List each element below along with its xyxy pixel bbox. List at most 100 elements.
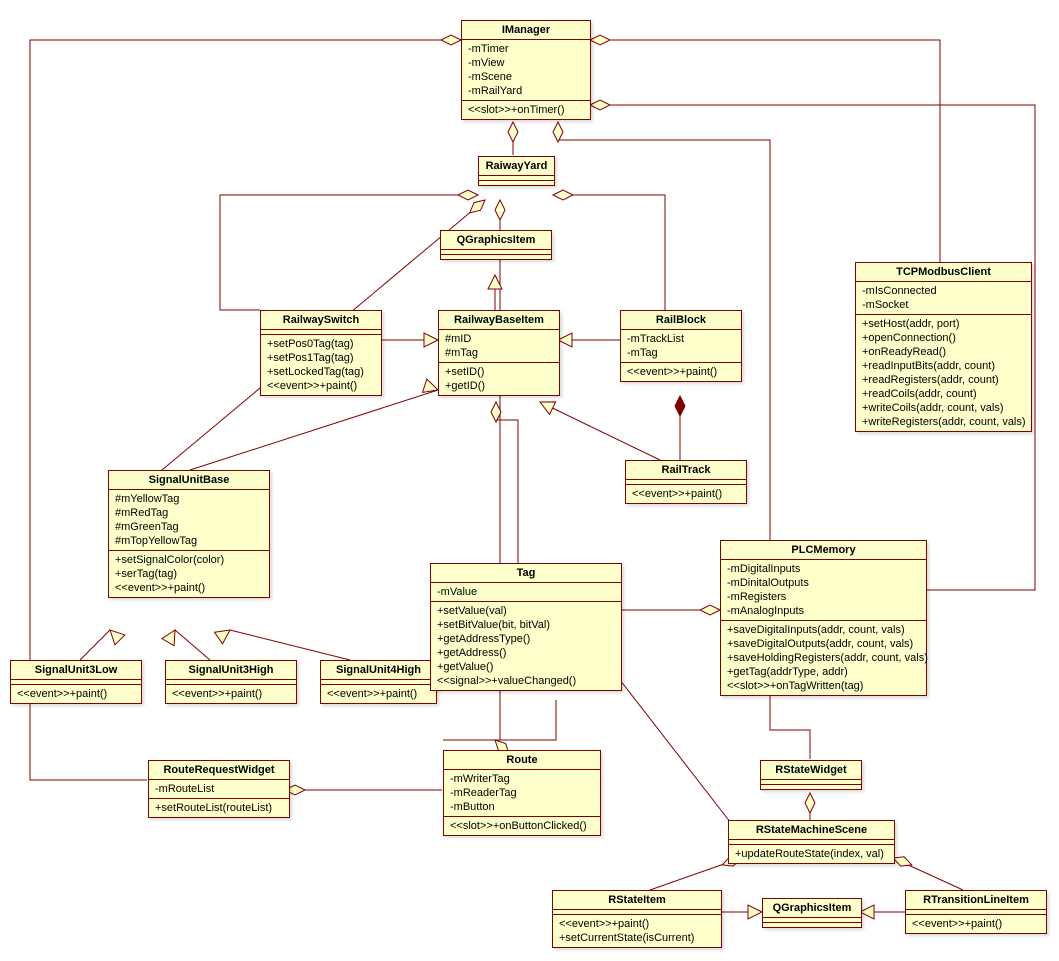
member-row: #mGreenTag xyxy=(115,520,263,534)
title: Tag xyxy=(431,564,621,583)
title: SignalUnit3Low xyxy=(11,661,141,680)
member-row: -mButton xyxy=(450,800,594,814)
title: QGraphicsItem xyxy=(441,231,551,250)
attrs: -mIsConnected-mSocket xyxy=(856,282,1031,315)
class-RailwaySwitch: RailwaySwitch +setPos0Tag(tag)+setPos1Ta… xyxy=(260,310,382,396)
title: RouteRequestWidget xyxy=(149,761,289,780)
ops: +updateRouteState(index, val) xyxy=(729,845,894,863)
title: IManager xyxy=(462,21,590,40)
class-QGraphicsItem: QGraphicsItem xyxy=(440,230,552,260)
title: RailTrack xyxy=(626,461,746,480)
member-row: <<event>>+paint() xyxy=(267,379,375,393)
member-row: +setPos1Tag(tag) xyxy=(267,351,375,365)
class-QGraphicsItem2: QGraphicsItem xyxy=(762,898,862,928)
ops: +setSignalColor(color)+serTag(tag)<<even… xyxy=(109,551,269,597)
ops: +setRouteList(routeList) xyxy=(149,799,289,817)
member-row: +setRouteList(routeList) xyxy=(155,801,283,815)
member-row: +setLockedTag(tag) xyxy=(267,365,375,379)
class-RStateMachineScene: RStateMachineScene +updateRouteState(ind… xyxy=(728,820,895,864)
member-row: +readInputBits(addr, count) xyxy=(862,359,1025,373)
member-row: <<slot>>+onTimer() xyxy=(468,103,584,117)
attrs: -mValue xyxy=(431,583,621,602)
member-row: -mDinitalOutputs xyxy=(727,576,920,590)
class-RailBlock: RailBlock -mTrackList-mTag <<event>>+pai… xyxy=(620,310,742,382)
title: RStateItem xyxy=(553,891,721,910)
ops: <<event>>+paint()+setCurrentState(isCurr… xyxy=(553,915,721,947)
class-Route: Route -mWriterTag-mReaderTag-mButton <<s… xyxy=(443,750,601,836)
title: RTransitionLineItem xyxy=(906,891,1046,910)
member-row: -mTag xyxy=(627,346,735,360)
member-row: -mView xyxy=(468,56,584,70)
title: SignalUnit3High xyxy=(166,661,296,680)
member-row: +updateRouteState(index, val) xyxy=(735,847,888,861)
member-row: #mTopYellowTag xyxy=(115,534,263,548)
ops: +setID()+getID() xyxy=(439,363,559,395)
member-row: +getAddressType() xyxy=(437,632,615,646)
member-row: +saveHoldingRegisters(addr, count, vals) xyxy=(727,651,920,665)
member-row: <<event>>+paint() xyxy=(17,687,135,701)
member-row: +setValue(val) xyxy=(437,604,615,618)
attrs: -mDigitalInputs-mDinitalOutputs-mRegiste… xyxy=(721,560,926,621)
member-row: +writeCoils(addr, count, vals) xyxy=(862,401,1025,415)
ops: <<slot>>+onTimer() xyxy=(462,101,590,119)
class-Tag: Tag -mValue +setValue(val)+setBitValue(b… xyxy=(430,563,622,691)
ops: +setPos0Tag(tag)+setPos1Tag(tag)+setLock… xyxy=(261,335,381,395)
class-SignalUnitBase: SignalUnitBase #mYellowTag#mRedTag#mGree… xyxy=(108,470,270,598)
member-row: <<signal>>+valueChanged() xyxy=(437,674,615,688)
title: Route xyxy=(444,751,600,770)
member-row: +writeRegisters(addr, count, vals) xyxy=(862,415,1025,429)
member-row: -mWriterTag xyxy=(450,772,594,786)
member-row: -mScene xyxy=(468,70,584,84)
member-row: +setPos0Tag(tag) xyxy=(267,337,375,351)
class-RailTrack: RailTrack <<event>>+paint() xyxy=(625,460,747,504)
ops: <<slot>>+onButtonClicked() xyxy=(444,817,600,835)
title: RStateWidget xyxy=(761,761,861,780)
attrs: -mRouteList xyxy=(149,780,289,799)
class-SignalUnit3High: SignalUnit3High <<event>>+paint() xyxy=(165,660,297,704)
attrs: #mYellowTag#mRedTag#mGreenTag#mTopYellow… xyxy=(109,490,269,551)
member-row: <<event>>+paint() xyxy=(559,917,715,931)
ops: <<event>>+paint() xyxy=(626,485,746,503)
member-row: <<slot>>+onTagWritten(tag) xyxy=(727,679,920,693)
ops: +setValue(val)+setBitValue(bit, bitVal)+… xyxy=(431,602,621,690)
ops: <<event>>+paint() xyxy=(906,915,1046,933)
class-RaiwayYard: RaiwayYard xyxy=(478,156,555,186)
member-row: +getValue() xyxy=(437,660,615,674)
member-row: +serTag(tag) xyxy=(115,567,263,581)
member-row: #mID xyxy=(445,332,553,346)
title: PLCMemory xyxy=(721,541,926,560)
member-row: <<event>>+paint() xyxy=(632,487,740,501)
ops: <<event>>+paint() xyxy=(621,363,741,381)
member-row: <<event>>+paint() xyxy=(627,365,735,379)
member-row: -mRouteList xyxy=(155,782,283,796)
attrs: -mWriterTag-mReaderTag-mButton xyxy=(444,770,600,817)
member-row: -mRegisters xyxy=(727,590,920,604)
member-row: +readCoils(addr, count) xyxy=(862,387,1025,401)
title: RailwaySwitch xyxy=(261,311,381,330)
member-row: +getID() xyxy=(445,379,553,393)
member-row: +setSignalColor(color) xyxy=(115,553,263,567)
class-PLCMemory: PLCMemory -mDigitalInputs-mDinitalOutput… xyxy=(720,540,927,696)
member-row: +onReadyRead() xyxy=(862,345,1025,359)
class-TCPModbusClient: TCPModbusClient -mIsConnected-mSocket +s… xyxy=(855,262,1032,432)
member-row: +setCurrentState(isCurrent) xyxy=(559,931,715,945)
member-row: <<event>>+paint() xyxy=(327,687,430,701)
member-row: -mTrackList xyxy=(627,332,735,346)
member-row: <<event>>+paint() xyxy=(912,917,1040,931)
member-row: <<event>>+paint() xyxy=(172,687,290,701)
member-row: #mRedTag xyxy=(115,506,263,520)
ops: <<event>>+paint() xyxy=(166,685,296,703)
member-row: +saveDigitalInputs(addr, count, vals) xyxy=(727,623,920,637)
member-row: -mIsConnected xyxy=(862,284,1025,298)
class-RStateItem: RStateItem <<event>>+paint()+setCurrentS… xyxy=(552,890,722,948)
attrs: -mTimer-mView-mScene-mRailYard xyxy=(462,40,590,101)
member-row: +setHost(addr, port) xyxy=(862,317,1025,331)
member-row: +setID() xyxy=(445,365,553,379)
member-row: -mSocket xyxy=(862,298,1025,312)
title: QGraphicsItem xyxy=(763,899,861,918)
title: RaiwayYard xyxy=(479,157,554,176)
title: RailwayBaseItem xyxy=(439,311,559,330)
member-row: #mYellowTag xyxy=(115,492,263,506)
member-row: <<slot>>+onButtonClicked() xyxy=(450,819,594,833)
member-row: #mTag xyxy=(445,346,553,360)
